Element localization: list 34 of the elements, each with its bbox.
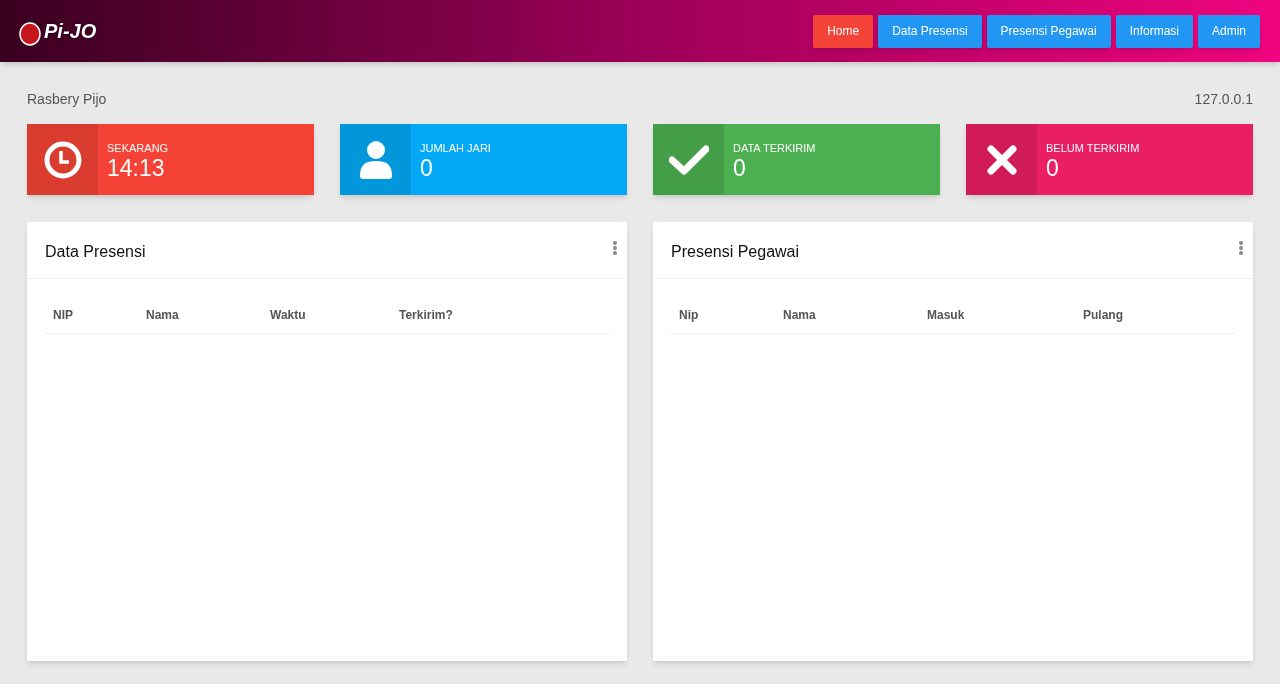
stat-label: JUMLAH JARI bbox=[420, 141, 491, 155]
clock-icon bbox=[43, 140, 82, 179]
nav-button[interactable]: Admin bbox=[1198, 14, 1260, 48]
stat-value: 14:13 bbox=[107, 155, 166, 181]
column-header: Nip bbox=[679, 307, 700, 324]
nav-button[interactable]: Home bbox=[813, 14, 874, 48]
more-menu-icon[interactable] bbox=[1239, 241, 1243, 255]
checkmark-icon bbox=[668, 144, 709, 175]
nav-button[interactable]: Data Presensi bbox=[878, 14, 982, 48]
stat-value: 0 bbox=[733, 155, 747, 181]
stat-value: 0 bbox=[1046, 155, 1060, 181]
more-menu-icon[interactable] bbox=[613, 241, 617, 255]
strawberry-icon bbox=[18, 16, 42, 46]
stat-label: SEKARANG bbox=[107, 141, 169, 155]
column-header: Terkirim? bbox=[399, 307, 454, 324]
column-header: Waktu bbox=[270, 307, 307, 324]
panel-title: Presensi Pegawai bbox=[671, 242, 800, 262]
nav-button[interactable]: Informasi bbox=[1115, 14, 1193, 48]
logo-text: Pi-JO bbox=[44, 19, 97, 44]
ip-address: 127.0.0.1 bbox=[1194, 90, 1253, 109]
nav-button[interactable]: Presensi Pegawai bbox=[986, 14, 1111, 48]
page-title: Rasbery Pijo bbox=[27, 90, 107, 109]
column-header: Masuk bbox=[927, 307, 966, 324]
stat-label: DATA TERKIRIM bbox=[733, 141, 816, 155]
panel-title: Data Presensi bbox=[45, 242, 146, 262]
column-header: Nama bbox=[783, 307, 817, 324]
logo[interactable]: Pi-JO bbox=[18, 16, 97, 46]
stat-value: 0 bbox=[420, 155, 434, 181]
column-header: Pulang bbox=[1083, 307, 1124, 324]
stat-label: BELUM TERKIRIM bbox=[1046, 141, 1140, 155]
person-icon bbox=[357, 139, 394, 180]
column-header: Nama bbox=[146, 307, 180, 324]
column-header: NIP bbox=[53, 307, 74, 324]
cross-icon bbox=[986, 144, 1017, 175]
